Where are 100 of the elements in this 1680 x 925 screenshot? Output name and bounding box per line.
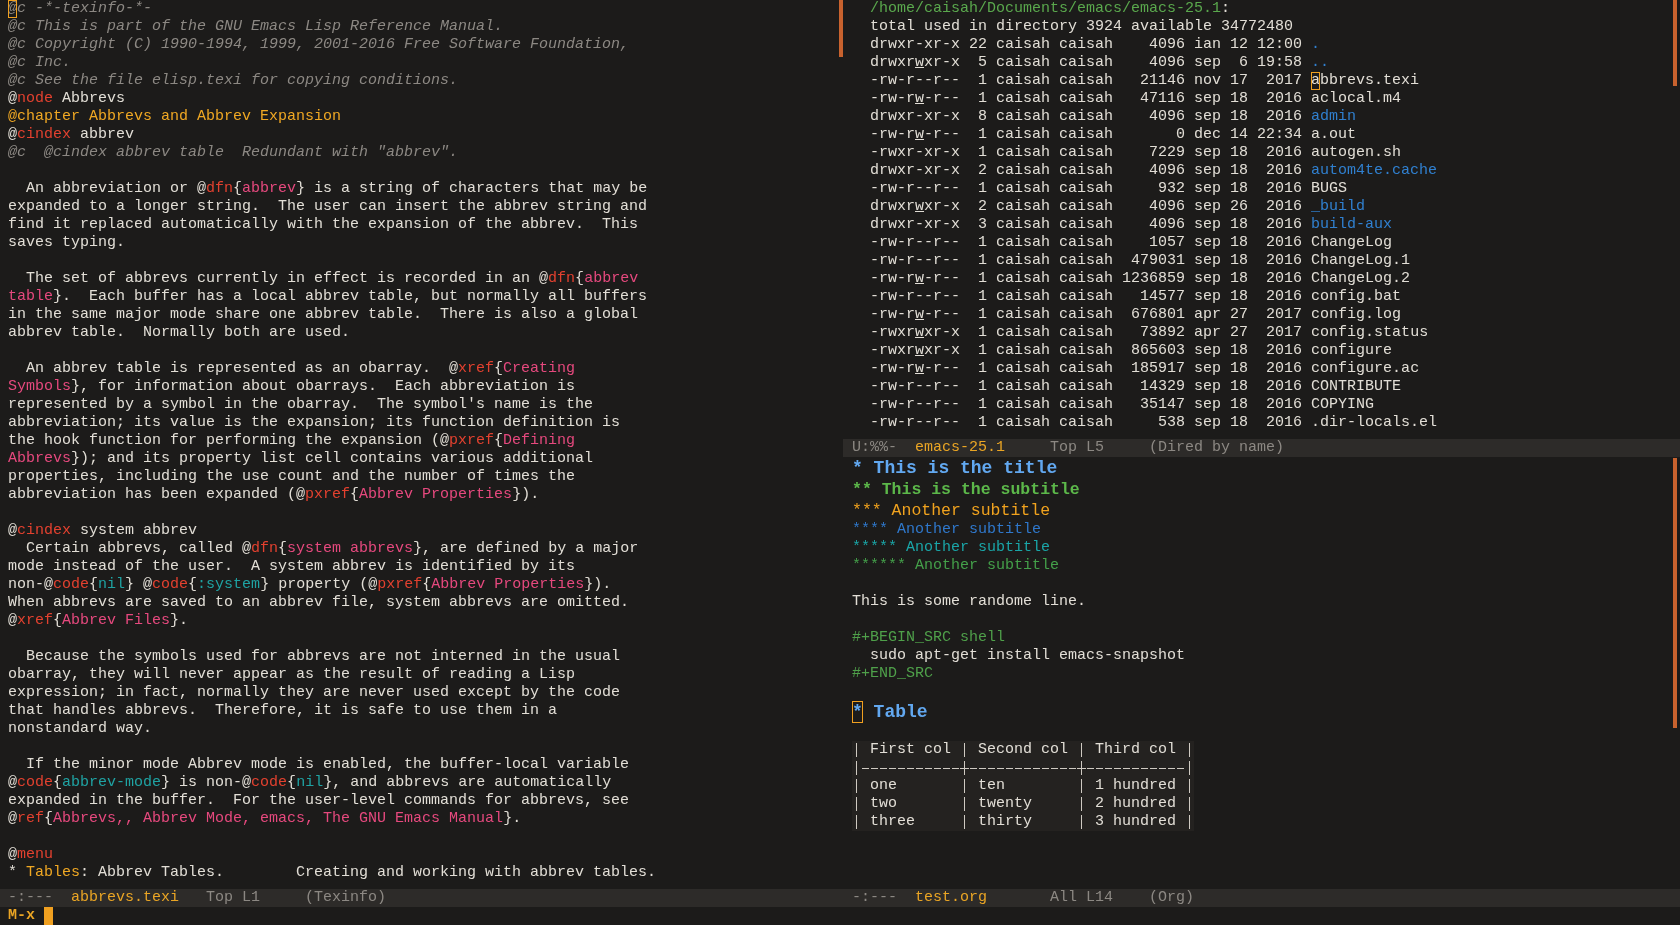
source-line: in the same major mode share one abbrev table. There is also a global bbox=[8, 306, 639, 323]
file-group: caisah bbox=[1059, 288, 1114, 306]
link-count: 1 bbox=[978, 234, 987, 251]
table-cell: 1 hundred bbox=[1095, 777, 1177, 794]
file-permissions: -rw-rw-r-- bbox=[870, 306, 961, 324]
file-date: sep 6 19:58 bbox=[1194, 54, 1303, 72]
link-count: 2 bbox=[978, 162, 987, 179]
file-group: caisah bbox=[1059, 252, 1114, 270]
file-permissions: drwxrwxr-x bbox=[870, 54, 961, 72]
outline-heading: ***** Another subtitle bbox=[852, 539, 1051, 556]
link-count: 1 bbox=[978, 180, 987, 197]
file-permissions: -rwxrwxr-x bbox=[870, 342, 961, 360]
file-owner: caisah bbox=[996, 306, 1051, 324]
file-date: sep 18 2016 bbox=[1194, 162, 1303, 180]
file-owner: caisah bbox=[996, 252, 1051, 270]
outline-heading: ****** Another subtitle bbox=[852, 557, 1060, 574]
source-line: @c Copyright (C) 1990-1994, 1999, 2001-2016 Free Software Foundation, bbox=[8, 36, 630, 53]
file-date: sep 18 2016 bbox=[1194, 288, 1303, 306]
scrollbar-thumb[interactable] bbox=[1673, 0, 1677, 86]
source-line: abbreviation has been expanded (@pxref{Abbrev Properties}). bbox=[8, 486, 540, 503]
file-owner: caisah bbox=[996, 90, 1051, 108]
file-name[interactable]: . bbox=[1311, 36, 1321, 54]
major-mode: (Dired by name) bbox=[1149, 439, 1285, 457]
file-name[interactable]: configure bbox=[1311, 342, 1393, 360]
source-line: @node Abbrevs bbox=[8, 90, 126, 107]
file-date: apr 27 2017 bbox=[1194, 324, 1303, 342]
file-group: caisah bbox=[1059, 180, 1114, 198]
table-cell: three bbox=[870, 813, 915, 830]
file-name[interactable]: autom4te.cache bbox=[1311, 162, 1438, 180]
link-count: 1 bbox=[978, 342, 988, 359]
source-line: @menu bbox=[8, 846, 54, 863]
source-line: If the minor mode Abbrev mode is enabled, the buffer-local variable bbox=[25, 756, 630, 773]
file-group: caisah bbox=[1059, 306, 1114, 324]
buffer-state: -:--- bbox=[852, 889, 897, 907]
file-owner: caisah bbox=[996, 72, 1051, 90]
file-name[interactable]: BUGS bbox=[1311, 180, 1348, 198]
file-owner: caisah bbox=[996, 234, 1051, 252]
file-name[interactable]: autogen.sh bbox=[1311, 144, 1402, 162]
file-permissions: -rw-r--r-- bbox=[870, 378, 960, 396]
file-owner: caisah bbox=[996, 378, 1051, 396]
file-name[interactable]: ChangeLog bbox=[1311, 234, 1393, 252]
scrollbar-thumb[interactable] bbox=[1673, 458, 1677, 728]
file-name[interactable]: CONTRIBUTE bbox=[1311, 378, 1402, 396]
file-name[interactable]: configure.ac bbox=[1311, 360, 1420, 378]
file-group: caisah bbox=[1059, 234, 1114, 252]
table-header-cell: Second col bbox=[978, 741, 1069, 758]
file-group: caisah bbox=[1059, 198, 1114, 216]
file-owner: caisah bbox=[996, 198, 1051, 216]
file-name[interactable]: config.bat bbox=[1311, 288, 1402, 306]
link-count: 1 bbox=[978, 72, 987, 89]
link-count: 1 bbox=[978, 414, 987, 431]
link-count: 1 bbox=[978, 378, 987, 395]
file-name[interactable]: _build bbox=[1311, 198, 1366, 216]
table-cell: two bbox=[870, 795, 897, 812]
file-group: caisah bbox=[1059, 126, 1114, 144]
file-date: sep 26 2016 bbox=[1194, 198, 1303, 216]
outline-heading: * Table bbox=[852, 702, 928, 722]
source-line: @cindex abbrev bbox=[8, 126, 135, 143]
file-permissions: drwxr-xr-x bbox=[870, 108, 960, 126]
file-group: caisah bbox=[1059, 270, 1114, 288]
source-line: @c Inc. bbox=[8, 54, 71, 71]
file-size: 185917 bbox=[1131, 360, 1186, 377]
source-line: * Tables: Abbrev Tables. Creating and working with abbrev tables. bbox=[8, 864, 657, 881]
source-line: Because the symbols used for abbrevs are not interned in the usual bbox=[25, 648, 621, 665]
file-group: caisah bbox=[1059, 324, 1114, 342]
file-name[interactable]: ChangeLog.1 bbox=[1311, 252, 1411, 270]
source-line: the hook function for performing the expansion (@pxref{Defining bbox=[8, 432, 576, 449]
scrollbar-thumb[interactable] bbox=[839, 0, 843, 57]
source-line: An abbreviation or @dfn{abbrev} is a string of characters that may be bbox=[25, 180, 648, 197]
file-name[interactable]: admin bbox=[1311, 108, 1357, 126]
source-line: Abbrevs}); and its property list cell contains various additional bbox=[8, 450, 594, 467]
file-name[interactable]: config.log bbox=[1311, 306, 1402, 324]
file-name[interactable]: .dir-locals.el bbox=[1311, 414, 1438, 432]
file-size: 4096 bbox=[1149, 162, 1186, 179]
file-name[interactable]: config.status bbox=[1311, 324, 1429, 342]
file-permissions: -rw-r--r-- bbox=[870, 396, 960, 414]
file-name[interactable]: aclocal.m4 bbox=[1311, 90, 1402, 108]
file-size: 865603 bbox=[1131, 342, 1186, 359]
file-owner: caisah bbox=[996, 180, 1051, 198]
file-permissions: -rw-rw-r-- bbox=[870, 126, 961, 144]
file-date: apr 27 2017 bbox=[1194, 306, 1303, 324]
file-permissions: -rw-r--r-- bbox=[870, 180, 960, 198]
file-group: caisah bbox=[1059, 360, 1114, 378]
file-size: 14577 bbox=[1140, 288, 1186, 305]
source-line: represented by a symbol in the obarray. The symbol's name is the bbox=[8, 396, 594, 413]
table-cell: ten bbox=[978, 777, 1006, 794]
file-owner: caisah bbox=[996, 126, 1051, 144]
file-date: sep 18 2016 bbox=[1194, 216, 1303, 234]
source-line: abbrev table. Normally both are used. bbox=[8, 324, 351, 341]
file-name[interactable]: COPYING bbox=[1311, 396, 1375, 414]
file-size: 4096 bbox=[1149, 108, 1186, 125]
source-line: expanded to a longer string. The user can insert the abbrev string and bbox=[8, 198, 648, 215]
source-line: @code{abbrev-mode} is non-@code{nil}, and abbrevs are automatically bbox=[8, 774, 612, 791]
file-permissions: -rw-r--r-- bbox=[870, 234, 960, 252]
file-name[interactable]: ChangeLog.2 bbox=[1311, 270, 1411, 288]
file-name[interactable]: .. bbox=[1311, 54, 1330, 72]
link-count: 8 bbox=[978, 108, 987, 125]
file-size: 676801 bbox=[1131, 306, 1186, 323]
file-name[interactable]: build-aux bbox=[1311, 216, 1393, 234]
file-name[interactable]: a.out bbox=[1311, 126, 1357, 144]
